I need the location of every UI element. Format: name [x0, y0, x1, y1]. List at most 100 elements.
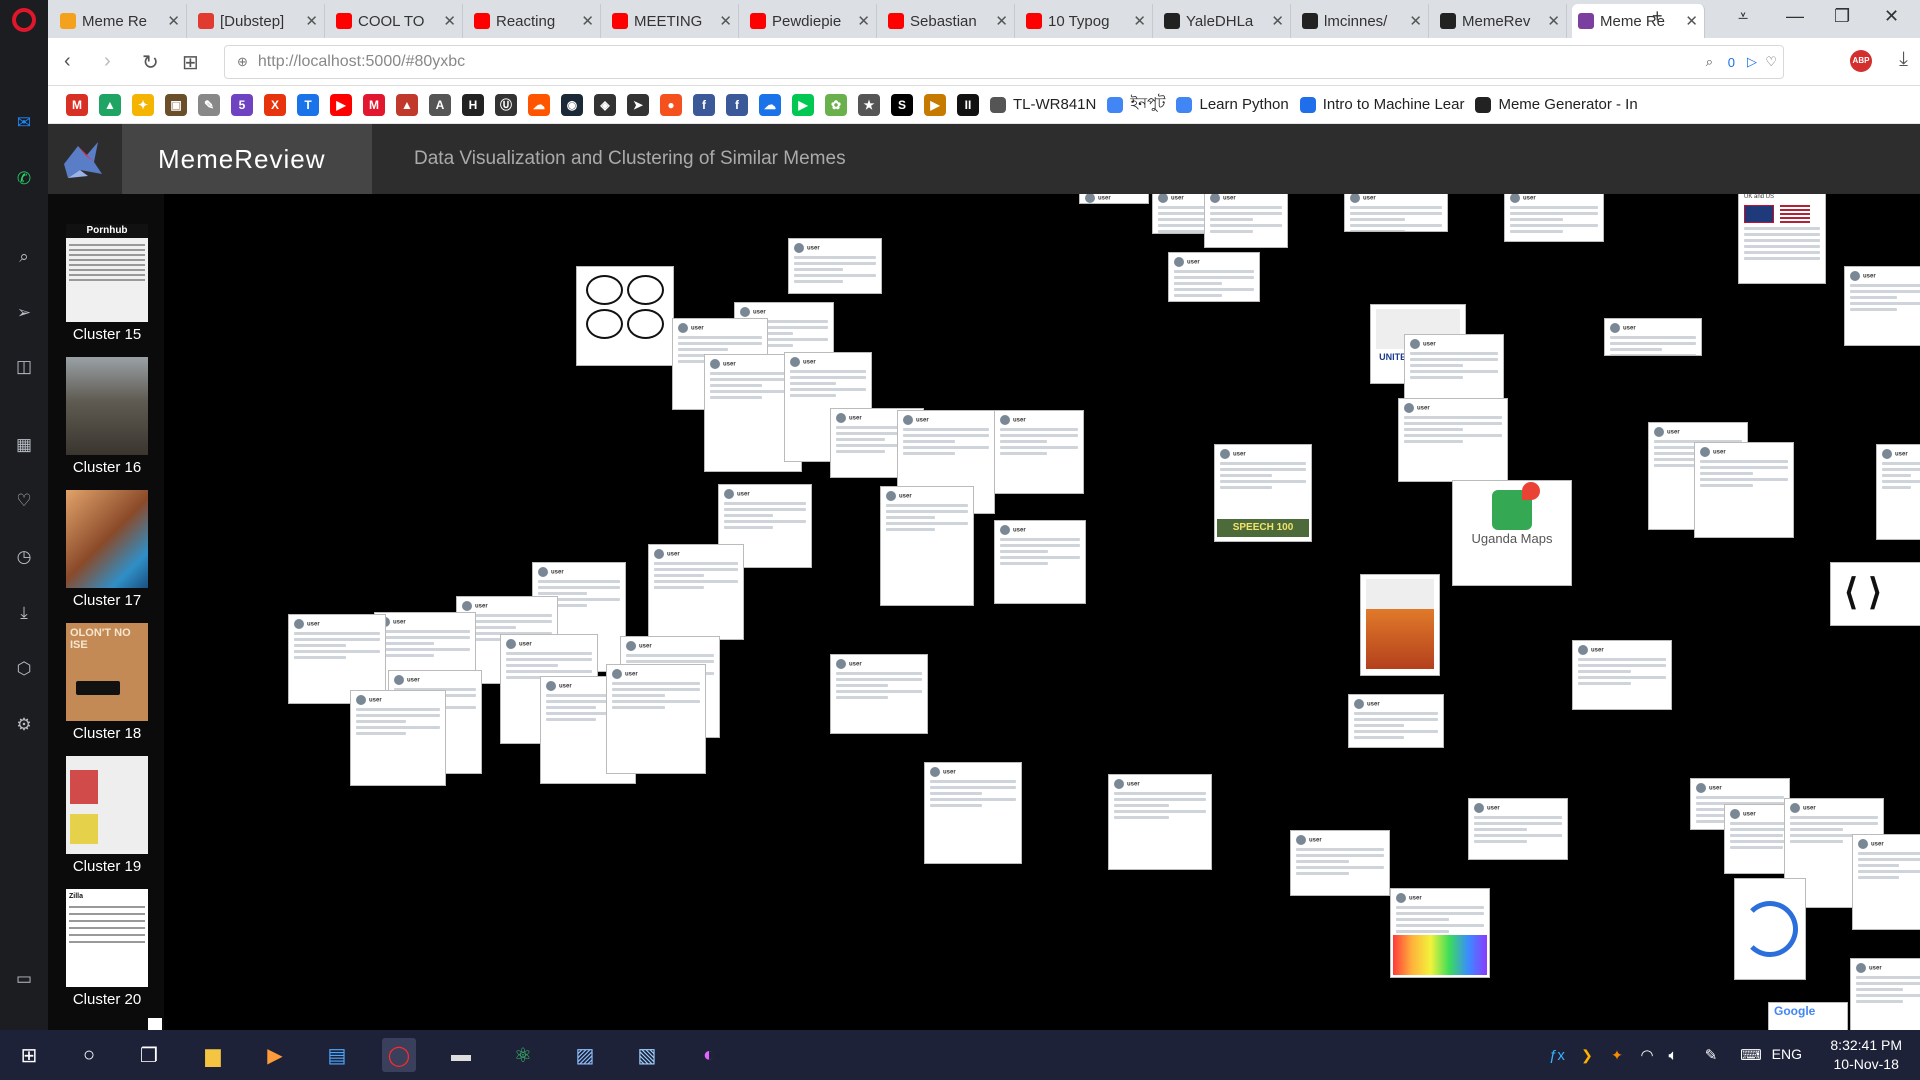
bookmark-icon[interactable]: ▣ [165, 93, 187, 116]
meme-card[interactable]: user [1344, 194, 1448, 232]
tab-close-icon[interactable]: ✕ [1271, 12, 1284, 30]
meme-card[interactable] [1360, 574, 1440, 676]
cluster-thumbnail[interactable] [66, 357, 148, 455]
browser-tab[interactable]: Reacting ✕ [468, 4, 601, 38]
bookmark-icon[interactable]: X [264, 93, 286, 116]
task-view-icon[interactable]: ❐ [132, 1038, 166, 1072]
cluster-thumbnail[interactable]: Pornhub [66, 224, 148, 322]
paint-icon[interactable]: ▨ [568, 1038, 602, 1072]
browser-tab[interactable]: YaleDHLa ✕ [1158, 4, 1291, 38]
meme-scatter-canvas[interactable]: user user user user user UK and US user user use… [164, 194, 1920, 1030]
browser-tab[interactable]: 10 Typog ✕ [1020, 4, 1153, 38]
bookmark-icon[interactable]: f [693, 93, 715, 116]
tab-close-icon[interactable]: ✕ [1409, 12, 1422, 30]
meme-card[interactable]: user [1604, 318, 1702, 356]
meme-card[interactable]: user [924, 762, 1022, 864]
browser-tab[interactable]: Meme Re ✕ [1572, 4, 1705, 38]
meme-card[interactable]: user [788, 238, 882, 294]
extensions-icon[interactable]: ⬡ [13, 658, 35, 680]
tab-close-icon[interactable]: ✕ [1547, 12, 1560, 30]
back-icon[interactable]: ‹ [64, 50, 71, 73]
new-tab-icon[interactable]: + [1652, 6, 1663, 27]
tab-close-icon[interactable]: ✕ [305, 12, 318, 30]
bookmark-link[interactable]: Meme Generator - In [1475, 96, 1638, 113]
firefox-tray-icon[interactable]: ✦ [1600, 1038, 1634, 1072]
settings-icon[interactable]: ⚙ [13, 714, 35, 736]
cluster-thumbnail[interactable]: Zilla [66, 889, 148, 987]
meme-card[interactable]: user [1844, 266, 1920, 346]
bookmark-icon[interactable]: ◈ [594, 93, 616, 116]
heart-icon[interactable]: ♡ [13, 490, 35, 512]
downloads-icon[interactable]: ⤓ [13, 602, 35, 624]
tab-close-icon[interactable]: ✕ [995, 12, 1008, 30]
messenger-icon[interactable]: ✉ [13, 112, 35, 134]
bookmark-icon[interactable]: ☁ [528, 93, 550, 116]
pen-icon[interactable]: ✎ [1694, 1038, 1728, 1072]
cluster-item[interactable]: Zilla Cluster 20 [66, 889, 148, 1008]
tray-chevron-icon[interactable]: ❯ [1570, 1038, 1604, 1072]
bookmark-link[interactable]: ইনপুট [1107, 92, 1165, 117]
forward-icon[interactable]: › [104, 50, 111, 73]
meme-card[interactable]: user [1079, 194, 1149, 204]
browser-tab[interactable]: lmcinnes/ ✕ [1296, 4, 1429, 38]
meme-card[interactable]: Google [1768, 1002, 1848, 1030]
meme-card[interactable]: user [994, 520, 1086, 604]
restore-icon[interactable]: ❐ [1834, 6, 1850, 27]
cluster-item[interactable]: Pornhub Cluster 15 [66, 224, 148, 343]
sidebar-toggle-icon[interactable]: ▭ [13, 968, 35, 990]
browser-tab[interactable]: Meme Re ✕ [54, 4, 187, 38]
browser-tab[interactable]: COOL TO ✕ [330, 4, 463, 38]
bookmark-link[interactable]: Intro to Machine Lear [1299, 96, 1464, 113]
meme-card[interactable]: user [1572, 640, 1672, 710]
browser-tab[interactable]: Sebastian ✕ [882, 4, 1015, 38]
meme-card[interactable]: user [1850, 958, 1920, 1030]
atom-icon[interactable]: ⚛ [506, 1038, 540, 1072]
bookmark-icon[interactable]: H [462, 93, 484, 116]
tab-close-icon[interactable]: ✕ [1133, 12, 1146, 30]
meme-card[interactable]: user [1852, 834, 1920, 930]
bookmark-icon[interactable]: ➤ [627, 93, 649, 116]
browser-tab[interactable]: MemeRev ✕ [1434, 4, 1567, 38]
meme-card[interactable]: user [1290, 830, 1390, 896]
app-circle-icon[interactable]: ◐ [692, 1038, 726, 1072]
close-window-icon[interactable]: ✕ [1884, 6, 1899, 27]
tab-close-icon[interactable]: ✕ [1685, 12, 1698, 30]
meme-card[interactable]: user [880, 486, 974, 606]
bookmark-icon[interactable]: ▶ [792, 93, 814, 116]
terminal-icon[interactable]: ▬ [444, 1038, 478, 1072]
meme-card[interactable]: UK and US [1738, 194, 1826, 284]
bookmark-icon[interactable]: ▲ [396, 93, 418, 116]
meme-card[interactable]: user [1168, 252, 1260, 302]
bookmark-link[interactable]: TL-WR841N [990, 96, 1096, 113]
meme-card[interactable]: Uganda Maps [1452, 480, 1572, 586]
memereview-logo-icon[interactable] [58, 134, 108, 184]
find-icon[interactable]: ⌕ [1706, 54, 1713, 70]
cluster-thumbnail[interactable] [66, 756, 148, 854]
bookmark-heart-icon[interactable]: ♡ [1765, 54, 1777, 70]
meme-card[interactable]: user [350, 690, 446, 786]
meme-card[interactable]: user [606, 664, 706, 774]
history-icon[interactable]: ◷ [13, 546, 35, 568]
bookmark-icon[interactable]: ★ [858, 93, 880, 116]
bookmark-icon[interactable]: ✦ [132, 93, 154, 116]
camera-icon[interactable]: ◫ [13, 356, 35, 378]
cluster-item[interactable]: Cluster 17 [66, 490, 148, 609]
url-field[interactable]: ⊕ http://localhost:5000/#80yxbc ⌕ 0 ▷ ♡ [224, 45, 1784, 79]
clock[interactable]: 8:32:41 PM 10-Nov-18 [1830, 1036, 1902, 1074]
cortana-icon[interactable]: ○ [72, 1038, 106, 1072]
meme-card[interactable]: user SPEECH 100 [1214, 444, 1312, 542]
opera-logo-icon[interactable] [12, 8, 36, 32]
tabs-grid-icon[interactable]: ⊞ [182, 50, 199, 75]
cluster-item[interactable]: OLON'T NO ISE Cluster 18 [66, 623, 148, 742]
control-panel-icon[interactable]: ▤ [320, 1038, 354, 1072]
adblock-plus-icon[interactable]: ABP [1850, 50, 1872, 72]
meme-card[interactable]: user [1108, 774, 1212, 870]
tab-close-icon[interactable]: ✕ [857, 12, 870, 30]
photos-icon[interactable]: ▧ [630, 1038, 664, 1072]
cluster-item[interactable]: Cluster 19 [66, 756, 148, 875]
bookmark-icon[interactable]: A [429, 93, 451, 116]
meme-card[interactable]: user [1390, 888, 1490, 978]
tab-close-icon[interactable]: ✕ [167, 12, 180, 30]
meme-card[interactable]: user [994, 410, 1084, 494]
search-icon[interactable]: ⌕ [13, 246, 35, 268]
